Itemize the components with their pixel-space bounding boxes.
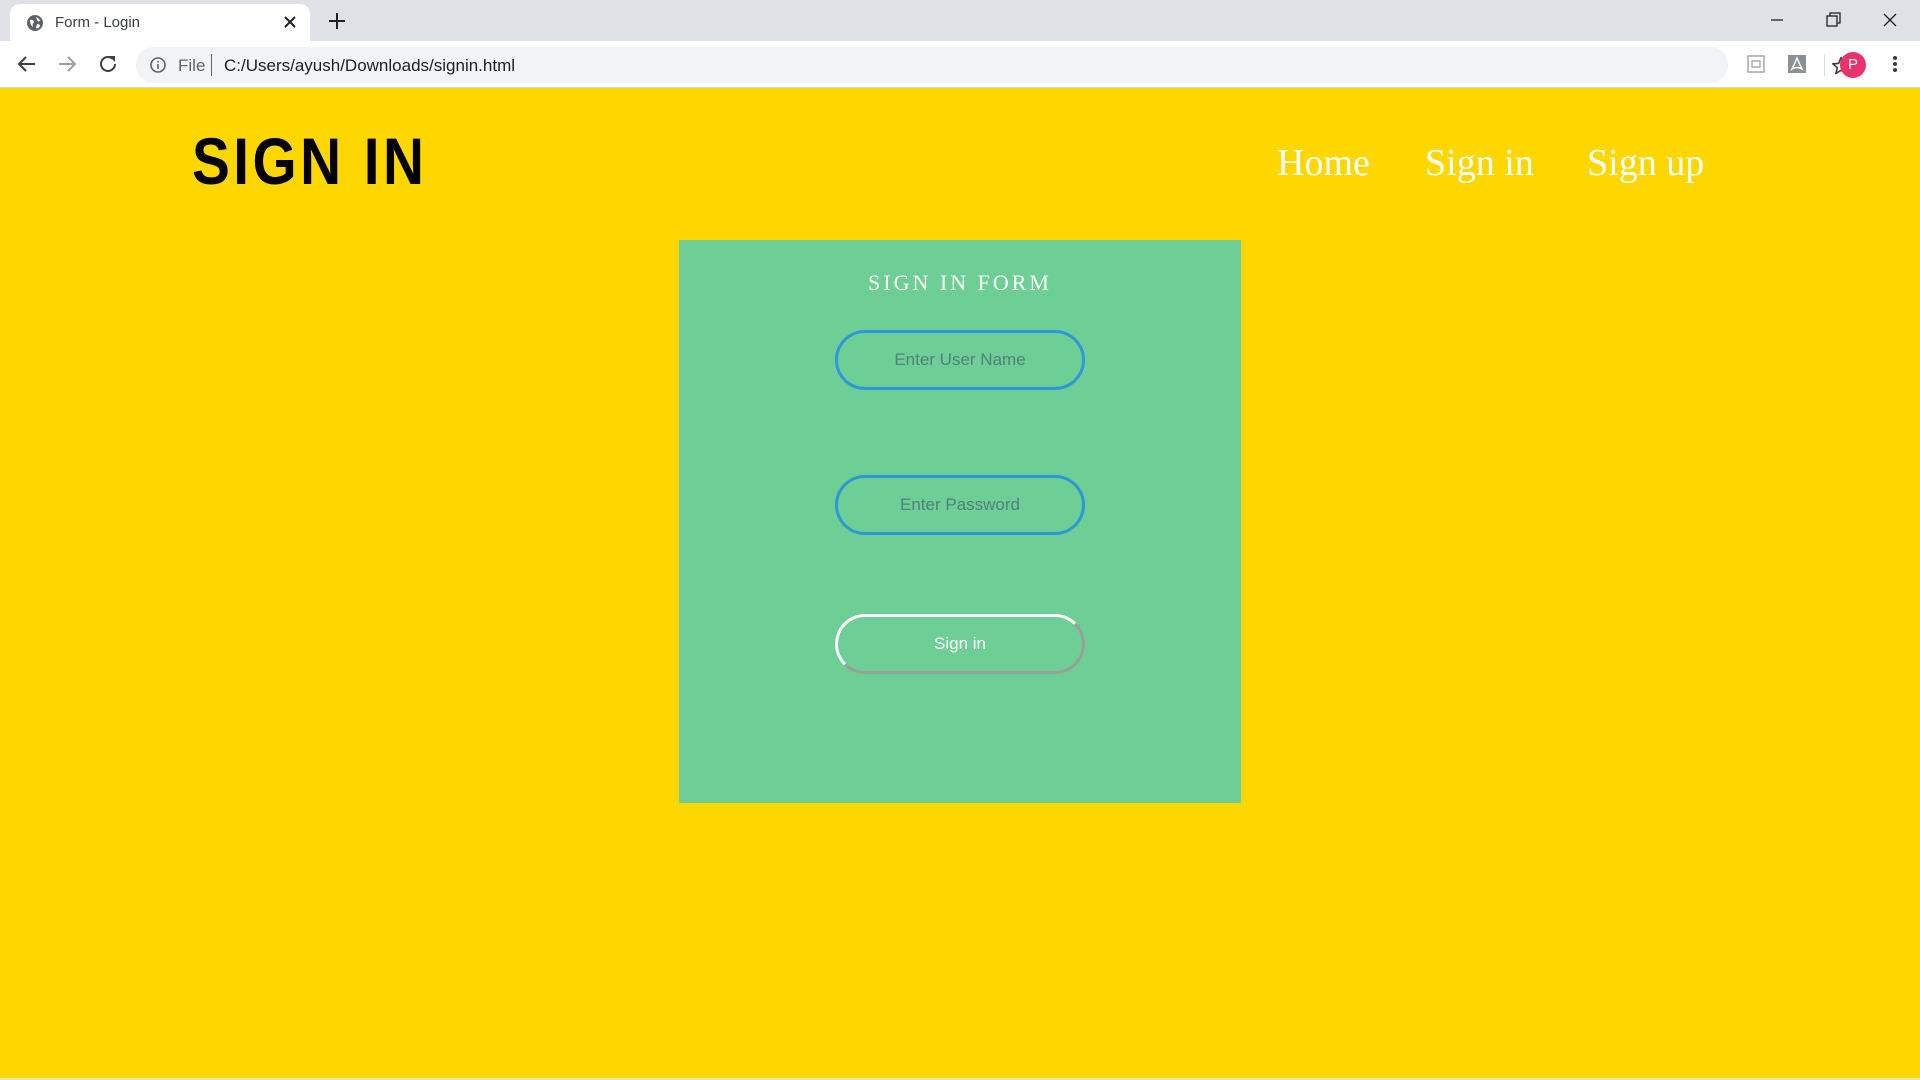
forward-arrow-icon[interactable] [55, 52, 79, 76]
sign-in-form: SIGN IN FORM Sign in [679, 240, 1241, 803]
close-tab-icon[interactable] [282, 14, 298, 30]
nav-link-home[interactable]: Home [1277, 141, 1370, 185]
address-scheme: File [178, 56, 206, 75]
globe-icon [27, 15, 43, 31]
profile-avatar[interactable]: P [1840, 52, 1866, 78]
toolbar-divider [1824, 54, 1825, 76]
form-title: SIGN IN FORM [868, 270, 1052, 295]
info-icon[interactable] [149, 56, 167, 74]
password-field[interactable] [835, 475, 1085, 535]
nav-link-sign-in[interactable]: Sign in [1425, 141, 1534, 185]
restore-icon[interactable] [1821, 8, 1845, 32]
username-field[interactable] [835, 330, 1085, 390]
close-window-icon[interactable] [1878, 8, 1902, 32]
brand-title: SIGN IN [192, 124, 428, 198]
nav-link-sign-up[interactable]: Sign up [1587, 141, 1704, 185]
back-arrow-icon[interactable] [15, 52, 39, 76]
browser-toolbar: File C:/Users/ayush/Downloads/signin.htm… [0, 41, 1920, 88]
tab-strip: Form - Login [0, 0, 1920, 41]
new-tab-icon[interactable] [326, 10, 348, 32]
address-url[interactable]: C:/Users/ayush/Downloads/signin.html [224, 56, 515, 76]
page-viewport: SIGN IN Home Sign in Sign up SIGN IN FOR… [0, 89, 1920, 1080]
kebab-menu-icon[interactable] [1884, 53, 1906, 75]
address-bar[interactable]: File C:/Users/ayush/Downloads/signin.htm… [136, 47, 1851, 83]
browser-tab[interactable]: Form - Login [10, 4, 310, 41]
pdf-extension-icon[interactable] [1786, 53, 1808, 75]
tab-title: Form - Login [55, 14, 141, 31]
address-separator [211, 54, 212, 76]
minimize-icon[interactable] [1765, 8, 1789, 32]
sign-in-button[interactable]: Sign in [835, 614, 1085, 674]
extension-icon[interactable] [1745, 53, 1767, 75]
reload-icon[interactable] [96, 52, 120, 76]
